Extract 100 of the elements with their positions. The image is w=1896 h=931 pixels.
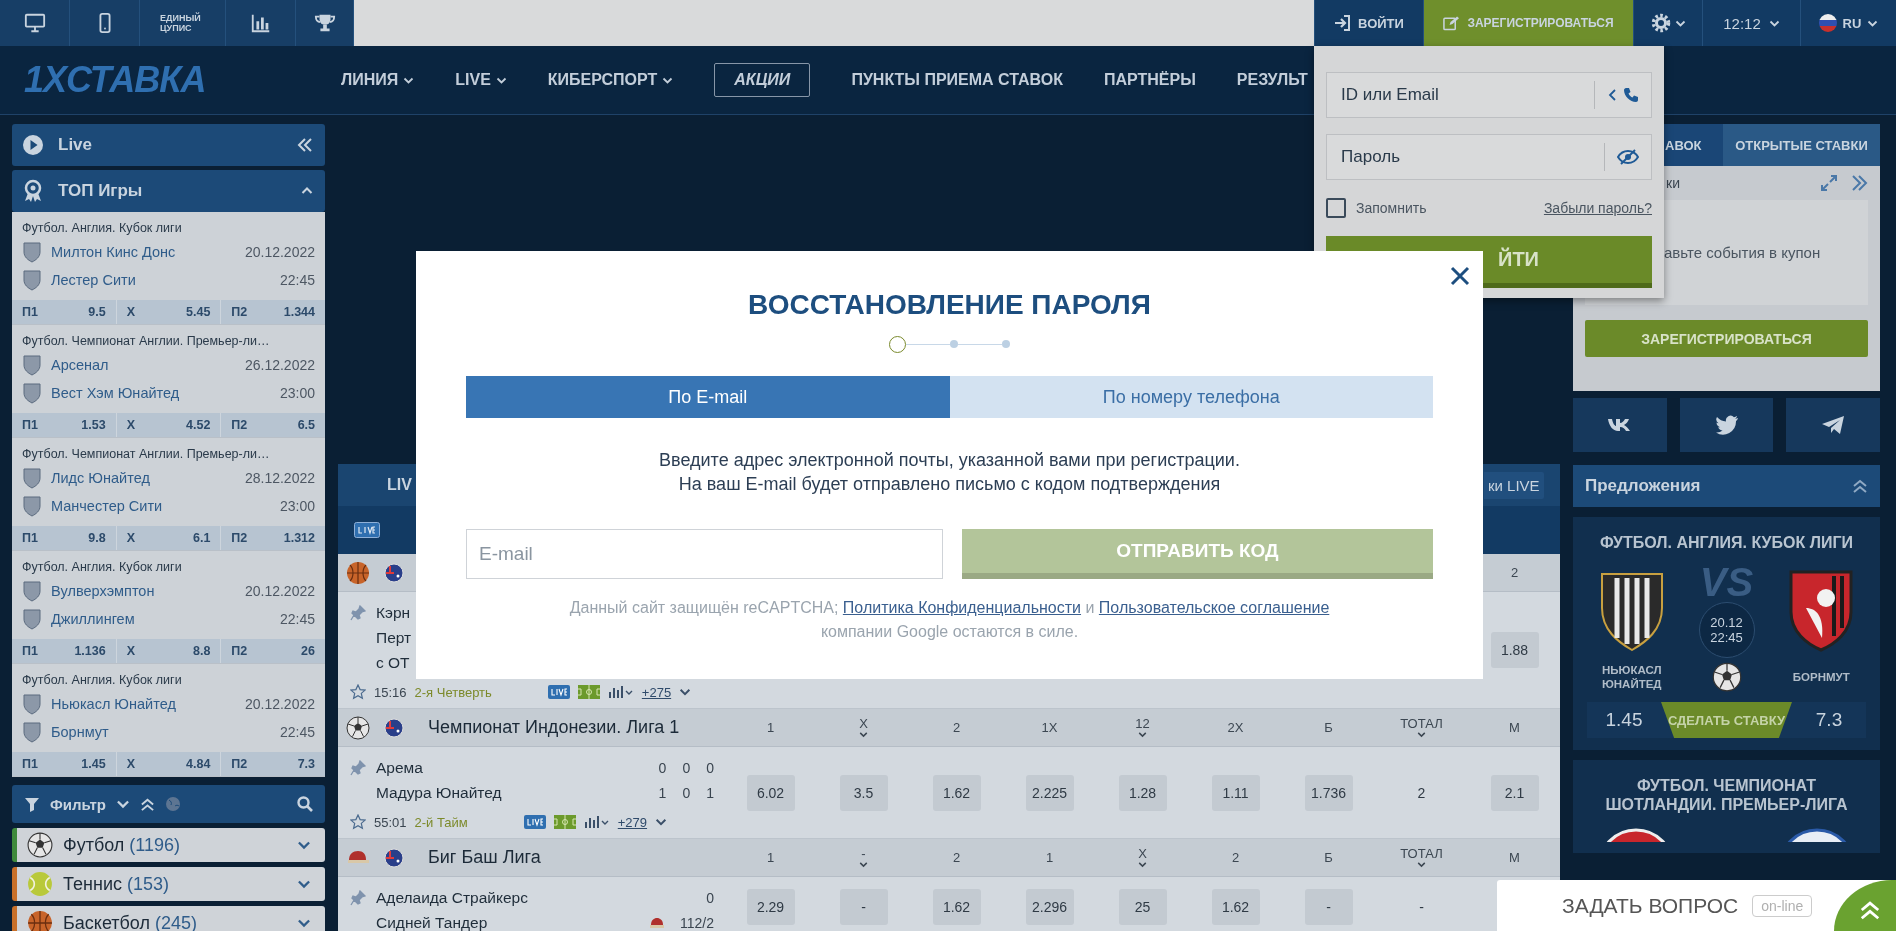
odds-cell[interactable]: П1 1.53: [12, 413, 116, 437]
odds-button[interactable]: 25: [1118, 889, 1167, 925]
odds-cell[interactable]: П1 9.8: [12, 526, 116, 550]
odds-button[interactable]: 3.5: [839, 774, 888, 811]
phone-icon[interactable]: [1623, 87, 1639, 103]
email-field[interactable]: E-mail: [466, 529, 943, 579]
odds-button[interactable]: -: [839, 889, 888, 925]
desktop-icon[interactable]: [23, 12, 46, 34]
bet-slip-tab[interactable]: ОТКРЫТЫЕ СТАВКИ: [1723, 124, 1880, 166]
flag-icon: [384, 847, 404, 868]
double-chevron-left-icon[interactable]: [297, 137, 313, 153]
odds-cell[interactable]: X 8.8: [115, 639, 221, 663]
flag-icon: [384, 562, 404, 583]
team-name: Манчестер Сити: [51, 498, 164, 514]
odds-button[interactable]: 1.62: [1211, 889, 1260, 925]
scroll-top-button[interactable]: [1834, 880, 1896, 931]
crest-icon: [22, 580, 42, 602]
offers-header[interactable]: Предложения: [1573, 465, 1880, 507]
match-card[interactable]: Футбол. Чемпионат Англии. Премьер-ли… Лидс Юнайтед 28.12.2022 Манчестер Сити 23:00 П1 9.8 X 6.1 П2 1.312: [12, 438, 325, 551]
odds-button[interactable]: 1.62: [932, 889, 981, 925]
nav-link[interactable]: РЕЗУЛЬТ: [1236, 71, 1308, 89]
match-card[interactable]: Футбол. Англия. Кубок лиги Ньюкасл Юнайтед 20.12.2022 Борнмут 22:45 П1 1.45 X 4.84 П2 7.3: [12, 664, 325, 777]
odds-button[interactable]: 6.02: [746, 774, 795, 811]
section-tab[interactable]: LIV: [387, 476, 412, 494]
top-games-header[interactable]: ТОП Игры: [12, 170, 325, 212]
more-markets-link[interactable]: +279: [617, 814, 648, 830]
filter-button[interactable]: ки LIVE: [1484, 471, 1544, 499]
odds-cell[interactable]: X 4.52: [115, 413, 221, 437]
odds-cell[interactable]: X 5.45: [115, 300, 221, 324]
nav-menu[interactable]: ЛИНИЯ: [341, 71, 415, 89]
team-name: Аделаида Страйкерс: [376, 888, 528, 907]
trophy-icon[interactable]: [313, 12, 336, 34]
method-tab[interactable]: По номеру телефона: [949, 376, 1433, 418]
close-icon[interactable]: [1449, 265, 1471, 287]
nav-menu[interactable]: КИБЕРСПОРТ: [547, 71, 674, 89]
bar-chart-icon[interactable]: [249, 12, 272, 34]
cupis-link[interactable]: ЕДИНЫЙ ЦУПИС: [140, 0, 226, 46]
odds-cell[interactable]: П2 1.312: [220, 526, 325, 550]
odds-button[interactable]: 2.1: [1490, 774, 1539, 811]
odds-button[interactable]: 2.29: [746, 889, 795, 925]
more-markets-link[interactable]: +275: [641, 684, 672, 700]
nav-link[interactable]: ПАРТНЁРЫ: [1103, 71, 1196, 89]
odds-button[interactable]: 1.62: [932, 774, 981, 811]
social-button[interactable]: [1573, 398, 1667, 452]
odds-value[interactable]: 7.3: [1792, 709, 1866, 731]
social-button[interactable]: [1786, 398, 1880, 452]
odds-button[interactable]: 1.11: [1211, 774, 1260, 811]
time-button[interactable]: 12:12: [1702, 0, 1800, 46]
match-card[interactable]: Футбол. Англия. Кубок лиги Милтон Кинс Донс 20.12.2022 Лестер Сити 22:45 П1 9.5 X 5.45 П2 1.344: [12, 212, 325, 325]
search-icon[interactable]: [297, 796, 313, 812]
sport-name: Футбол (1196): [63, 834, 182, 856]
live-header[interactable]: Live: [12, 124, 325, 166]
filter-label[interactable]: Фильтр: [50, 795, 106, 813]
column-label: М: [1509, 851, 1520, 864]
filter-icon[interactable]: [24, 796, 40, 812]
offer-card[interactable]: ФУТБОЛ. ЧЕМПИОНАТ ШОТЛАНДИИ. ПРЕМЬЕР-ЛИГА: [1573, 760, 1880, 853]
policy-link[interactable]: Политика Конфиденциальности: [842, 599, 1082, 616]
chevron-left-icon[interactable]: [1607, 89, 1617, 101]
stats-icon[interactable]: [607, 685, 634, 699]
method-tab[interactable]: По E-mail: [466, 376, 950, 418]
language-button[interactable]: RU: [1800, 0, 1896, 46]
odds-button[interactable]: 1.88: [1490, 632, 1539, 668]
sport-row[interactable]: Футбол (1196): [12, 828, 325, 862]
star-icon[interactable]: [350, 684, 366, 700]
odds-value[interactable]: 1.45: [1587, 709, 1661, 731]
odds-cell[interactable]: П2 6.5: [220, 413, 325, 437]
match-card[interactable]: Футбол. Чемпионат Англии. Премьер-ли… Арсенал 26.12.2022 Вест Хэм Юнайтед 23:00 П1 1.53 X 4.52 П2 6.5: [12, 325, 325, 438]
odds-cell[interactable]: П2 26: [220, 639, 325, 663]
odds-cell[interactable]: П1 1.45: [12, 752, 116, 776]
odds-button[interactable]: 2.296: [1025, 889, 1074, 925]
odds-label: П1: [22, 757, 38, 771]
star-icon[interactable]: [350, 814, 366, 830]
odds-button[interactable]: 1.736: [1304, 774, 1353, 811]
odds-cell[interactable]: П1 1.136: [12, 639, 116, 663]
login-button[interactable]: ВОЙТИ: [1314, 0, 1423, 46]
odds-cell[interactable]: П1 9.5: [12, 300, 116, 324]
odds-button[interactable]: 2.225: [1025, 774, 1074, 811]
login-field[interactable]: ID или Email: [1326, 72, 1652, 118]
nav-menu[interactable]: LIVE: [455, 71, 507, 89]
odds-cell[interactable]: П2 7.3: [220, 752, 325, 776]
odds-cell[interactable]: X 4.84: [115, 752, 221, 776]
match-card[interactable]: Футбол. Англия. Кубок лиги Вулверхэмптон 20.12.2022 Джиллингем 22:45 П1 1.136 X 8.8 П2 26: [12, 551, 325, 664]
policy-link[interactable]: Пользовательское соглашение: [1098, 599, 1330, 616]
remember-checkbox[interactable]: [1326, 198, 1346, 218]
odds-cell[interactable]: X 6.1: [115, 526, 221, 550]
password-field[interactable]: Пароль: [1326, 134, 1652, 180]
odds-cell[interactable]: П2 1.344: [220, 300, 325, 324]
eye-slash-icon[interactable]: [1617, 149, 1639, 165]
social-button[interactable]: [1679, 398, 1774, 452]
stats-icon[interactable]: [583, 815, 610, 829]
double-chevron-right-icon[interactable]: [1850, 174, 1868, 192]
nav-link[interactable]: ПУНКТЫ ПРИЕМА СТАВОК: [851, 71, 1063, 89]
settings-button[interactable]: [1633, 0, 1702, 46]
match-date: 26.12.2022: [244, 357, 315, 373]
expand-icon[interactable]: [1820, 174, 1838, 192]
score: 1: [658, 784, 667, 801]
ask-question-button[interactable]: ЗАДАТЬ ВОПРОС: [1562, 893, 1739, 918]
odds-button[interactable]: 1.28: [1118, 774, 1167, 811]
sport-row[interactable]: Теннис (153): [12, 867, 325, 901]
odds-button[interactable]: -: [1304, 889, 1353, 925]
